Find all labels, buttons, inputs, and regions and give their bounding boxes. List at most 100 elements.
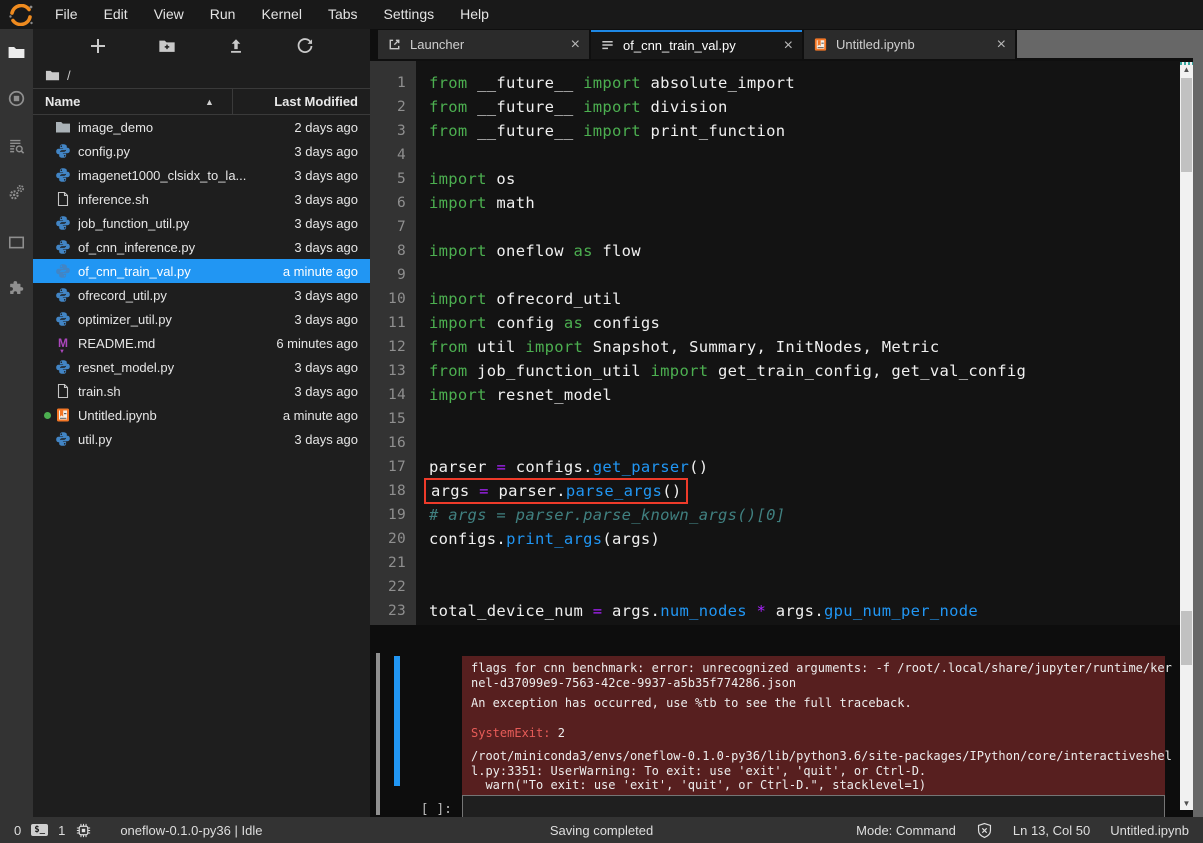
editor-mode[interactable]: Mode: Command (856, 823, 956, 838)
tab-label: Launcher (410, 37, 563, 52)
code-line-9[interactable]: 9 (370, 263, 1180, 287)
code-editor[interactable]: 1from __future__ import absolute_import2… (370, 61, 1180, 625)
code-line-6[interactable]: 6import math (370, 191, 1180, 215)
markdown-file-icon: M▼ (55, 335, 71, 351)
code-text (416, 143, 429, 167)
code-text: from util import Snapshot, Summary, Init… (416, 335, 940, 359)
line-number: 15 (370, 407, 416, 431)
code-line-15[interactable]: 15 (370, 407, 1180, 431)
code-line-21[interactable]: 21 (370, 551, 1180, 575)
code-line-10[interactable]: 10import ofrecord_util (370, 287, 1180, 311)
file-row[interactable]: job_function_util.py3 days ago (33, 211, 370, 235)
python-file-icon (55, 359, 71, 375)
code-text (416, 215, 429, 239)
file-row[interactable]: ofrecord_util.py3 days ago (33, 283, 370, 307)
menu-item-run[interactable]: Run (197, 0, 249, 29)
sidebar-folder-icon[interactable] (0, 29, 33, 75)
file-row[interactable]: util.py3 days ago (33, 427, 370, 451)
file-modified: 2 days ago (294, 120, 358, 135)
code-line-8[interactable]: 8import oneflow as flow (370, 239, 1180, 263)
code-line-11[interactable]: 11import config as configs (370, 311, 1180, 335)
file-row[interactable]: M▼README.md6 minutes ago (33, 331, 370, 355)
breadcrumb[interactable]: / (33, 62, 370, 88)
cursor-position[interactable]: Ln 13, Col 50 (1013, 823, 1090, 838)
file-folder-icon (55, 119, 71, 135)
new-launcher-icon[interactable] (89, 37, 107, 55)
menu-item-view[interactable]: View (141, 0, 197, 29)
tab-of-cnn-train-val-py[interactable]: of_cnn_train_val.py× (591, 30, 802, 59)
line-number: 19 (370, 503, 416, 527)
file-row[interactable]: config.py3 days ago (33, 139, 370, 163)
refresh-icon[interactable] (296, 37, 314, 55)
file-row[interactable]: of_cnn_train_val.pya minute ago (33, 259, 370, 283)
menu-item-kernel[interactable]: Kernel (248, 0, 314, 29)
code-line-20[interactable]: 20configs.print_args(args) (370, 527, 1180, 551)
file-row[interactable]: inference.sh3 days ago (33, 187, 370, 211)
code-line-4[interactable]: 4 (370, 143, 1180, 167)
close-icon[interactable]: × (989, 36, 1006, 54)
sidebar-gears-icon[interactable] (0, 169, 33, 215)
file-row[interactable]: resnet_model.py3 days ago (33, 355, 370, 379)
code-line-17[interactable]: 17parser = configs.get_parser() (370, 455, 1180, 479)
close-icon[interactable]: × (776, 37, 793, 55)
line-number: 9 (370, 263, 416, 287)
line-number: 8 (370, 239, 416, 263)
menu-item-tabs[interactable]: Tabs (315, 0, 371, 29)
sidebar-inspector-icon[interactable] (0, 123, 33, 169)
scrollbar-thumb-output[interactable] (1181, 611, 1192, 665)
tab-untitled-ipynb[interactable]: Untitled.ipynb× (804, 30, 1015, 59)
code-line-7[interactable]: 7 (370, 215, 1180, 239)
menu-item-settings[interactable]: Settings (371, 0, 448, 29)
column-last-modified[interactable]: Last Modified (274, 94, 358, 109)
file-row[interactable]: of_cnn_inference.py3 days ago (33, 235, 370, 259)
active-filename[interactable]: Untitled.ipynb (1110, 823, 1189, 838)
file-modified: 3 days ago (294, 432, 358, 447)
code-line-22[interactable]: 22 (370, 575, 1180, 599)
tab-label: Untitled.ipynb (836, 37, 989, 52)
output-line: nel-d37099e9-7563-42ce-9937-a5b35f774286… (471, 676, 1156, 691)
scrollbar[interactable]: ▲ ▼ (1180, 62, 1193, 810)
shield-cross-icon[interactable] (976, 822, 993, 839)
code-line-12[interactable]: 12from util import Snapshot, Summary, In… (370, 335, 1180, 359)
code-text: from __future__ import division (416, 95, 728, 119)
file-modified: 3 days ago (294, 144, 358, 159)
sidebar-open-tabs-icon[interactable] (0, 219, 33, 265)
code-line-19[interactable]: 19# args = parser.parse_known_args()[0] (370, 503, 1180, 527)
file-row[interactable]: imagenet1000_clsidx_to_la...3 days ago (33, 163, 370, 187)
folder-icon (45, 68, 60, 83)
file-modified: 3 days ago (294, 312, 358, 327)
tab-bar-filler (1017, 30, 1203, 58)
upload-icon[interactable] (227, 37, 245, 55)
python-file-icon (55, 239, 71, 255)
selected-cell-indicator (394, 656, 400, 786)
code-line-2[interactable]: 2from __future__ import division (370, 95, 1180, 119)
scrollbar-thumb-editor[interactable] (1181, 78, 1192, 172)
line-number: 13 (370, 359, 416, 383)
file-row[interactable]: train.sh3 days ago (33, 379, 370, 403)
file-row[interactable]: image_demo2 days ago (33, 115, 370, 139)
code-line-23[interactable]: 23total_device_num = args.num_nodes * ar… (370, 599, 1180, 623)
status-bar: 0 $_ 1 oneflow-0.1.0-py36 | Idle Saving … (0, 817, 1203, 843)
column-name[interactable]: Name (33, 94, 80, 109)
code-line-1[interactable]: 1from __future__ import absolute_import (370, 71, 1180, 95)
sidebar-extensions-icon[interactable] (0, 265, 33, 311)
code-line-13[interactable]: 13from job_function_util import get_trai… (370, 359, 1180, 383)
code-line-18[interactable]: 18args = parser.parse_args() (370, 479, 1180, 503)
code-line-5[interactable]: 5import os (370, 167, 1180, 191)
code-line-14[interactable]: 14import resnet_model (370, 383, 1180, 407)
code-line-16[interactable]: 16 (370, 431, 1180, 455)
menu-item-edit[interactable]: Edit (91, 0, 141, 29)
new-folder-icon[interactable] (158, 37, 176, 55)
breadcrumb-root[interactable]: / (67, 68, 71, 83)
close-icon[interactable]: × (563, 36, 580, 54)
menu-item-help[interactable]: Help (447, 0, 502, 29)
code-line-3[interactable]: 3from __future__ import print_function (370, 119, 1180, 143)
file-row[interactable]: Untitled.ipynba minute ago (33, 403, 370, 427)
menu-item-file[interactable]: File (42, 0, 91, 29)
tab-launcher[interactable]: Launcher× (378, 30, 589, 59)
file-modified: 3 days ago (294, 384, 358, 399)
sidebar-running-sessions-icon[interactable] (0, 75, 33, 121)
scroll-down-icon[interactable]: ▼ (1180, 797, 1193, 810)
file-row[interactable]: optimizer_util.py3 days ago (33, 307, 370, 331)
scroll-up-icon[interactable]: ▲ (1180, 63, 1193, 76)
